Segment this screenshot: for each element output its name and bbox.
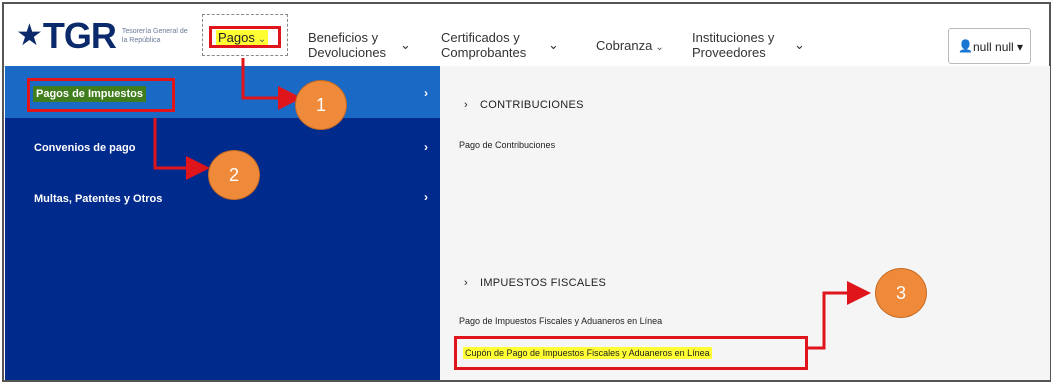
callout-3: 3 xyxy=(875,268,927,318)
annotation-arrows xyxy=(153,58,871,350)
callout-2: 2 xyxy=(208,150,260,200)
callout-1: 1 xyxy=(295,80,347,130)
arrow-to-callout-3 xyxy=(808,281,871,350)
arrow-to-callout-2 xyxy=(153,118,210,180)
arrow-to-callout-1 xyxy=(241,58,302,110)
